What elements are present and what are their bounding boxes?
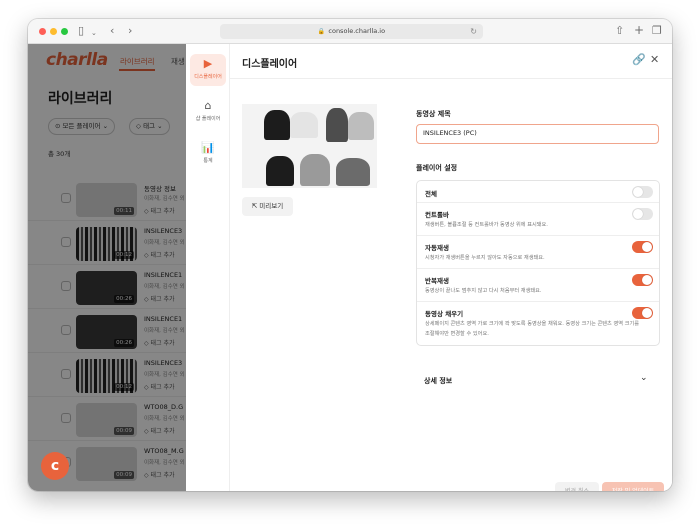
display-icon: ▶ <box>203 57 213 70</box>
toggle-knob <box>633 209 643 219</box>
display-player-panel: 디스플레이어 🔗 ✕ ⇱ 미리보기 동영상 제목 INSILENCE3 (PC)… <box>230 44 672 491</box>
setting-row-loop: 반복재생 동영상이 끝나도 멈추지 않고 다시 처음부터 재생돼요. <box>417 269 659 302</box>
video-figure <box>336 158 370 186</box>
setting-row-controlbar: 컨트롤바 재생버튼, 볼륨조절 등 컨트롤바가 동영상 위에 표시돼요. <box>417 203 659 236</box>
setting-title: 전체 <box>425 190 437 198</box>
panel-icon-rail: ▶ 디스플레이어 ⌂ 샵 플레이어 📊 통계 <box>186 44 230 491</box>
panel-title: 디스플레이어 <box>242 59 298 70</box>
setting-title: 자동재생 <box>425 244 449 252</box>
rail-item-display-player[interactable]: ▶ 디스플레이어 <box>190 54 226 86</box>
chevron-down-icon[interactable]: ⌄ <box>91 26 97 40</box>
toggle-knob <box>642 308 652 318</box>
library-page: charlla 라이브러리 재생 라이브러리 ⊙ 모든 플레이어 ⌄ ◇ 태그 … <box>28 44 186 491</box>
lock-icon: 🔒 <box>317 28 326 35</box>
cancel-changes-button[interactable]: 변경 취소 <box>555 482 599 491</box>
forward-arrow-icon[interactable]: › <box>128 24 132 38</box>
browser-window: ▯ ⌄ ‹ › 🔒 console.charlla.io ↻ ⇧ + ❐ char… <box>28 19 672 491</box>
video-title-input[interactable]: INSILENCE3 (PC) <box>416 124 659 144</box>
stats-icon: 📊 <box>201 141 215 154</box>
detail-info-section[interactable]: 상세 정보 <box>424 376 452 386</box>
setting-title: 동영상 채우기 <box>425 310 464 318</box>
new-tab-icon[interactable]: + <box>634 23 644 37</box>
toggle-all[interactable] <box>632 186 653 198</box>
chevron-down-icon[interactable]: ⌄ <box>640 373 648 383</box>
setting-description: 재생버튼, 볼륨조절 등 컨트롤바가 동영상 위에 표시돼요. <box>425 222 548 228</box>
video-figure <box>300 154 330 186</box>
video-title-label: 동영상 제목 <box>416 110 451 118</box>
charlla-chat-button[interactable]: c <box>41 452 69 480</box>
modal-backdrop[interactable] <box>28 44 186 491</box>
reload-icon[interactable]: ↻ <box>470 24 477 39</box>
setting-row-fill-video: 동영상 채우기 상세페이지 콘텐츠 영역 가로 크기에 꽉 맞도록 동영상을 채… <box>417 302 659 345</box>
toggle-knob <box>633 187 643 197</box>
shop-icon: ⌂ <box>204 99 212 112</box>
address-bar[interactable]: 🔒 console.charlla.io ↻ <box>220 24 483 39</box>
close-window-button[interactable] <box>39 28 46 35</box>
rail-item-label: 샵 플레이어 <box>195 116 221 122</box>
setting-title: 컨트롤바 <box>425 211 449 219</box>
save-update-button[interactable]: 저장 및 업데이트 <box>602 482 664 491</box>
preview-button[interactable]: ⇱ 미리보기 <box>242 197 293 216</box>
panel-divider <box>230 78 672 79</box>
zoom-window-button[interactable] <box>61 28 68 35</box>
link-icon[interactable]: 🔗 <box>632 53 646 66</box>
rail-item-stats[interactable]: 📊 통계 <box>190 138 226 170</box>
rail-item-label: 디스플레이어 <box>194 74 222 80</box>
share-icon[interactable]: ⇧ <box>615 24 624 38</box>
url-text: console.charlla.io <box>328 27 386 35</box>
toggle-knob <box>642 242 652 252</box>
setting-title: 반복재생 <box>425 277 449 285</box>
video-figure <box>348 112 374 140</box>
toggle-autoplay[interactable] <box>632 241 653 253</box>
tab-overview-icon[interactable]: ❐ <box>652 24 662 38</box>
video-figure <box>326 108 348 142</box>
browser-toolbar: ▯ ⌄ ‹ › 🔒 console.charlla.io ↻ ⇧ + ❐ <box>28 19 672 44</box>
setting-row-autoplay: 자동재생 시청자가 재생버튼을 누르지 않아도 자동으로 재생돼요. <box>417 236 659 269</box>
sidebar-toggle-icon[interactable]: ▯ <box>78 24 84 38</box>
setting-row-all: 전체 <box>417 181 659 203</box>
app-area: charlla 라이브러리 재생 라이브러리 ⊙ 모든 플레이어 ⌄ ◇ 태그 … <box>28 44 672 491</box>
setting-description: 상세페이지 콘텐츠 영역 가로 크기에 꽉 맞도록 동영상을 채워요. 동영상 … <box>425 321 639 337</box>
setting-description: 동영상이 끝나도 멈추지 않고 다시 처음부터 재생돼요. <box>425 288 542 294</box>
setting-description: 시청자가 재생버튼을 누르지 않아도 자동으로 재생돼요. <box>425 255 545 261</box>
rail-item-label: 통계 <box>203 158 213 164</box>
toggle-fill-video[interactable] <box>632 307 653 319</box>
toggle-knob <box>642 275 652 285</box>
minimize-window-button[interactable] <box>50 28 57 35</box>
close-icon[interactable]: ✕ <box>650 53 659 66</box>
preview-button-label: 미리보기 <box>259 202 284 210</box>
player-settings-label: 플레이어 설정 <box>416 164 458 172</box>
video-figure <box>266 156 294 186</box>
player-settings-list: 전체 컨트롤바 재생버튼, 볼륨조절 등 컨트롤바가 동영상 위에 표시돼요. … <box>416 180 660 346</box>
rail-item-shop-player[interactable]: ⌂ 샵 플레이어 <box>190 96 226 128</box>
video-figure <box>264 110 290 140</box>
toggle-loop[interactable] <box>632 274 653 286</box>
video-preview[interactable] <box>242 104 377 188</box>
video-figure <box>290 112 318 138</box>
back-arrow-icon[interactable]: ‹ <box>110 24 114 38</box>
toggle-controlbar[interactable] <box>632 208 653 220</box>
